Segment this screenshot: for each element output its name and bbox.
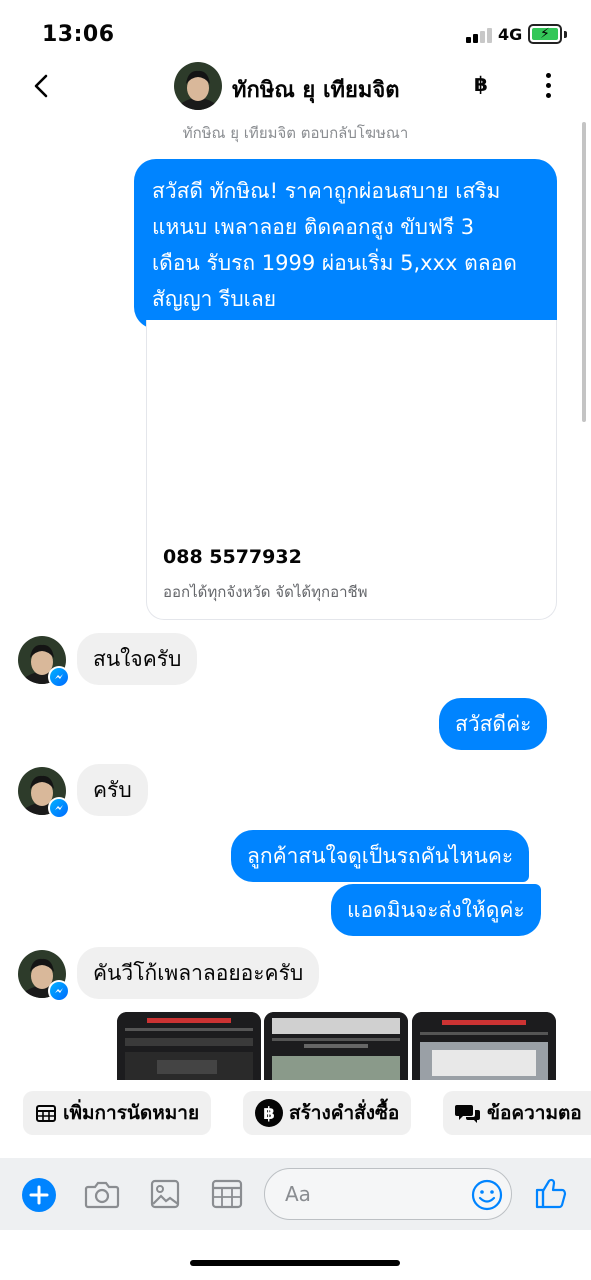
gallery-icon[interactable] [150, 1178, 180, 1210]
shared-image-thumbnail[interactable] [117, 1012, 261, 1080]
sender-avatar[interactable] [18, 767, 70, 819]
create-order-label: สร้างคำสั่งซื้อ [289, 1102, 400, 1124]
ad-card[interactable]: 088 5577932 ออกได้ทุกจังหวัด จัดได้ทุกอา… [146, 320, 557, 620]
saved-reply-button[interactable]: ข้อความตอ [443, 1091, 591, 1135]
home-indicator [190, 1260, 400, 1266]
outgoing-message[interactable]: สวัสดีค่ะ [439, 698, 548, 750]
messenger-badge-icon [48, 980, 70, 1002]
shared-image-thumbnail[interactable] [264, 1012, 408, 1080]
message-input-placeholder: Aa [285, 1182, 311, 1206]
camera-icon[interactable] [84, 1178, 120, 1210]
ad-message-bubble[interactable]: สวัสดี ทักษิณ! ราคาถูกผ่อนสบาย เสริม แหน… [134, 159, 557, 329]
back-chevron-icon[interactable] [28, 72, 56, 100]
add-appointment-label: เพิ่มการนัดหมาย [63, 1102, 200, 1124]
composer-bar: Aa [0, 1158, 591, 1230]
svg-text:฿: ฿ [263, 1104, 275, 1124]
ad-phone-number: 088 5577932 [163, 546, 302, 568]
outgoing-message[interactable]: ลูกค้าสนใจดูเป็นรถคันไหนคะ [231, 830, 530, 882]
plus-icon[interactable] [22, 1178, 56, 1212]
incoming-message[interactable]: คันวีโก้เพลาลอยอะครับ [77, 947, 320, 999]
appointment-calendar-icon[interactable] [211, 1178, 243, 1210]
messenger-badge-icon [48, 666, 70, 688]
sender-avatar[interactable] [18, 636, 70, 688]
ad-message-line: สวัสดี ทักษิณ! ราคาถูกผ่อนสบาย เสริม [152, 179, 501, 203]
incoming-message[interactable]: สนใจครับ [77, 633, 198, 685]
signal-icon [466, 27, 494, 43]
saved-reply-label: ข้อความตอ [487, 1102, 582, 1124]
status-bar: 13:06 4G ⚡ [0, 0, 591, 62]
payment-baht-icon[interactable]: ฿ [474, 72, 488, 96]
incoming-message[interactable]: ครับ [77, 764, 148, 816]
scrollbar[interactable] [582, 122, 586, 422]
messenger-badge-icon [48, 797, 70, 819]
more-options-icon[interactable] [536, 68, 560, 104]
add-appointment-button[interactable]: เพิ่มการนัดหมาย [23, 1091, 212, 1135]
thumbs-up-icon[interactable] [534, 1176, 568, 1210]
baht-circle-icon: ฿ [255, 1099, 283, 1127]
outgoing-message[interactable]: แอดมินจะส่งให้ดูค่ะ [331, 884, 541, 936]
battery-cap [564, 31, 567, 38]
ad-message-line: เดือน รับรถ 1999 ผ่อนเริ่ม 5,xxx ตลอด [152, 251, 517, 275]
conversation-header: ทักษิณ ยุ เทียมจิต ฿ [0, 60, 591, 116]
status-time: 13:06 [42, 22, 115, 47]
contact-avatar[interactable] [174, 62, 222, 110]
ad-caption: ออกได้ทุกจังหวัด จัดได้ทุกอาชีพ [163, 583, 368, 601]
message-input[interactable]: Aa [264, 1168, 512, 1220]
contact-name[interactable]: ทักษิณ ยุ เทียมจิต [232, 72, 400, 107]
create-order-button[interactable]: ฿ สร้างคำสั่งซื้อ [243, 1091, 412, 1135]
calendar-icon [35, 1102, 57, 1124]
ad-message-line: แหนบ เพลาลอย ติดคอกสูง ขับฟรี 3 [152, 215, 475, 239]
ad-message-line: สัญญา รีบเลย [152, 287, 277, 311]
ad-reply-notice: ทักษิณ ยุ เทียมจิต ตอบกลับโฆษณา [182, 124, 409, 142]
chat-bubbles-icon [455, 1102, 481, 1124]
sender-avatar[interactable] [18, 950, 70, 1002]
emoji-icon[interactable] [471, 1179, 503, 1211]
network-type: 4G [498, 25, 523, 44]
shared-image-thumbnail[interactable] [412, 1012, 556, 1080]
battery-icon: ⚡ [528, 24, 562, 44]
